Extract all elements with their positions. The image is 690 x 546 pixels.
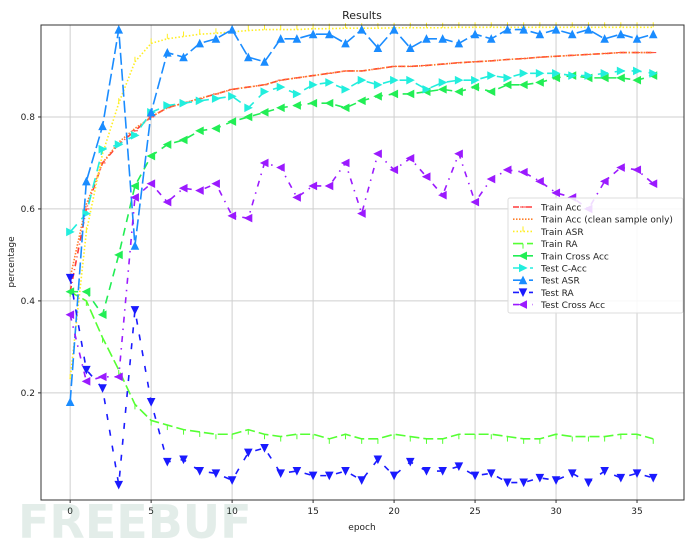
- legend-label: Train Acc (clean sample only): [540, 216, 673, 226]
- legend-label: Train Acc: [540, 204, 581, 214]
- y-tick-label: 0.2: [21, 389, 35, 399]
- y-axis-label: percentage: [7, 236, 17, 288]
- y-tick-label: 0.6: [21, 205, 36, 215]
- legend-label: Train RA: [540, 240, 578, 250]
- x-tick-label: 25: [469, 507, 480, 517]
- x-tick-label: 35: [631, 507, 642, 517]
- legend-label: Test C-Acc: [540, 265, 587, 275]
- results-chart: 0 5 10 15 20 25 30 350.20.40.60.8 Results epoch…: [7, 9, 685, 546]
- legend-label: Train ASR: [540, 228, 584, 238]
- legend: Train Acc Train Acc (clean sample only) Tr…: [507, 197, 684, 314]
- chart-title: Results: [342, 9, 382, 22]
- watermark-logo: FREEBUF: [18, 495, 252, 542]
- y-tick-label: 0.8: [21, 113, 36, 123]
- x-tick-label: 15: [307, 507, 318, 517]
- x-axis-label: epoch: [348, 523, 375, 533]
- legend-label: Train Cross Acc: [540, 252, 609, 262]
- legend-label: Test ASR: [540, 277, 580, 287]
- y-tick-label: 0.4: [21, 297, 36, 307]
- legend-label: Test RA: [540, 289, 574, 299]
- legend-label: Test Cross Acc: [540, 301, 605, 311]
- x-tick-label: 20: [388, 507, 400, 517]
- x-tick-label: 30: [550, 507, 562, 517]
